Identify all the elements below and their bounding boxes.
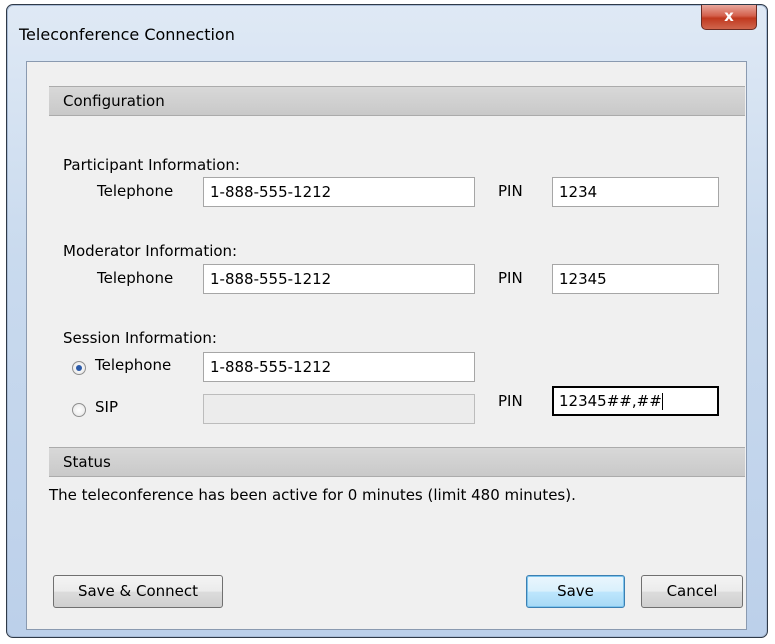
close-icon: x bbox=[724, 7, 734, 25]
session-telephone-input[interactable]: 1-888-555-1212 bbox=[203, 352, 475, 382]
window-title: Teleconference Connection bbox=[19, 25, 235, 44]
moderator-group-label: Moderator Information: bbox=[63, 242, 238, 260]
participant-group-label: Participant Information: bbox=[63, 156, 240, 174]
session-sip-input bbox=[203, 394, 475, 424]
participant-telephone-input[interactable]: 1-888-555-1212 bbox=[203, 177, 475, 207]
moderator-telephone-label: Telephone bbox=[97, 269, 174, 287]
participant-pin-label: PIN bbox=[498, 182, 523, 200]
save-button[interactable]: Save bbox=[526, 575, 625, 608]
session-telephone-radio[interactable] bbox=[72, 361, 86, 375]
session-telephone-option-label[interactable]: Telephone bbox=[95, 356, 171, 374]
close-button[interactable]: x bbox=[701, 5, 757, 30]
configuration-header-label: Configuration bbox=[63, 92, 165, 110]
moderator-pin-input[interactable]: 12345 bbox=[552, 264, 719, 294]
session-sip-radio[interactable] bbox=[72, 403, 86, 417]
cancel-button[interactable]: Cancel bbox=[641, 575, 743, 608]
session-pin-label: PIN bbox=[498, 392, 523, 410]
title-bar: Teleconference Connection x bbox=[7, 5, 767, 63]
text-caret bbox=[661, 393, 663, 410]
status-header-label: Status bbox=[63, 453, 111, 471]
status-message: The teleconference has been active for 0… bbox=[49, 486, 576, 504]
moderator-pin-label: PIN bbox=[498, 269, 523, 287]
session-group-label: Session Information: bbox=[63, 329, 217, 347]
session-pin-input[interactable]: 12345##,## bbox=[552, 386, 719, 416]
save-connect-button[interactable]: Save & Connect bbox=[53, 575, 223, 608]
dialog-window: Teleconference Connection x Configuratio… bbox=[6, 4, 768, 638]
session-sip-option-label[interactable]: SIP bbox=[95, 398, 118, 416]
dialog-body: Configuration Participant Information: T… bbox=[26, 61, 747, 630]
moderator-telephone-input[interactable]: 1-888-555-1212 bbox=[203, 264, 475, 294]
session-pin-value: 12345##,## bbox=[559, 392, 662, 410]
participant-telephone-label: Telephone bbox=[97, 182, 174, 200]
configuration-header: Configuration bbox=[49, 86, 745, 116]
participant-pin-input[interactable]: 1234 bbox=[552, 177, 719, 207]
status-header: Status bbox=[49, 447, 745, 477]
